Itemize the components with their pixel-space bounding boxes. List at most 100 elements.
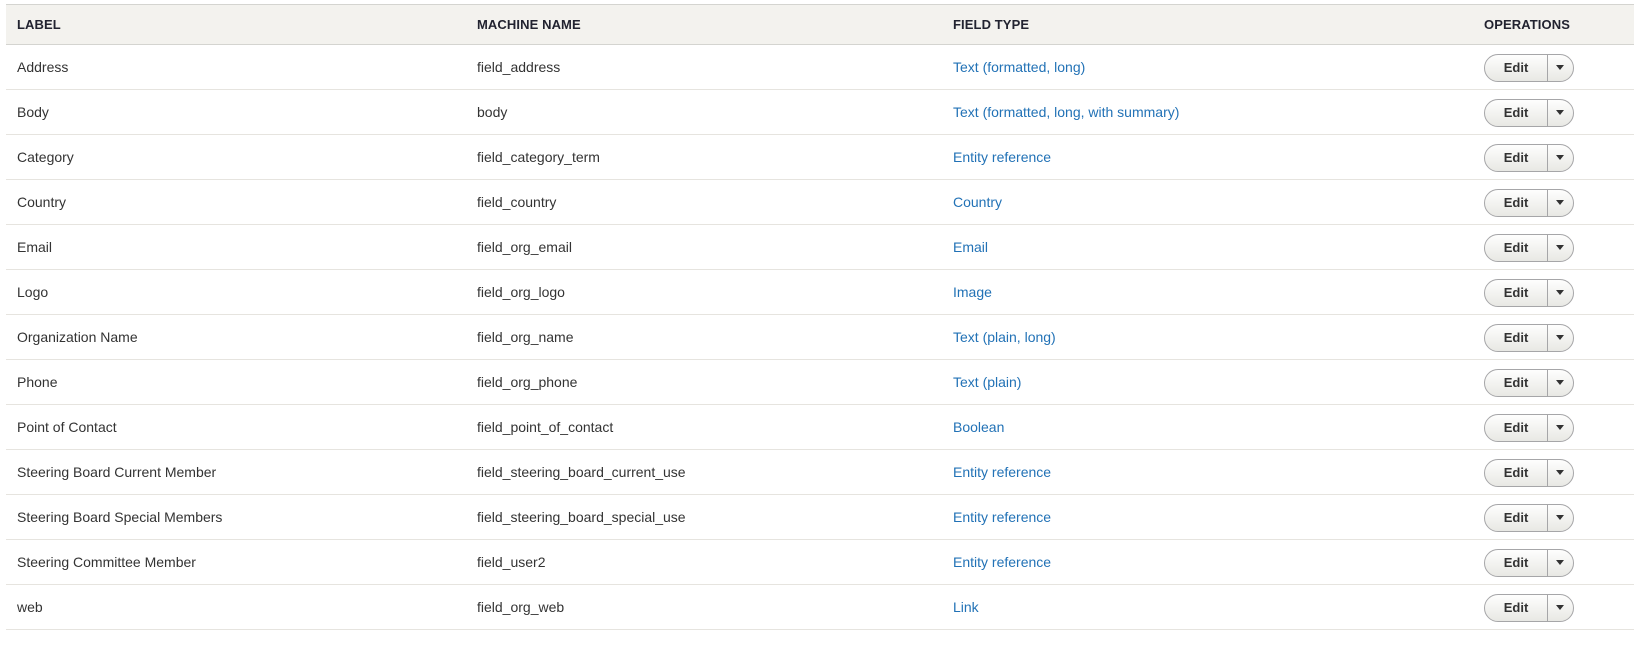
field-type-link[interactable]: Country [953, 194, 1002, 210]
edit-button[interactable]: Edit [1485, 189, 1548, 216]
field-type-cell: Text (formatted, long, with summary) [942, 90, 1473, 135]
field-label: Steering Board Special Members [17, 509, 223, 525]
operations-toggle-button[interactable] [1548, 55, 1573, 81]
field-machine-name: field_user2 [477, 554, 546, 570]
column-header-operations: OPERATIONS [1484, 17, 1570, 32]
chevron-down-icon [1555, 65, 1564, 70]
operations-dropbutton: Edit [1484, 593, 1574, 622]
operations-toggle-button[interactable] [1548, 145, 1573, 171]
edit-button[interactable]: Edit [1485, 549, 1548, 576]
field-label: Category [17, 149, 74, 165]
edit-button[interactable]: Edit [1485, 504, 1548, 531]
operations-toggle-button[interactable] [1548, 325, 1573, 351]
field-label: Address [17, 59, 69, 75]
table-row: Steering Board Special Members field_stee… [6, 495, 1634, 540]
field-type-cell: Country [942, 180, 1473, 225]
operations-toggle-button[interactable] [1548, 190, 1573, 216]
field-type-link[interactable]: Image [953, 284, 992, 300]
field-type-link[interactable]: Email [953, 239, 988, 255]
field-type-link[interactable]: Entity reference [953, 149, 1051, 165]
chevron-down-icon [1555, 200, 1564, 205]
edit-button[interactable]: Edit [1485, 459, 1548, 486]
field-type-link[interactable]: Entity reference [953, 464, 1051, 480]
field-type-cell: Entity reference [942, 135, 1473, 180]
edit-button[interactable]: Edit [1485, 594, 1548, 621]
field-type-link[interactable]: Boolean [953, 419, 1004, 435]
edit-button[interactable]: Edit [1485, 144, 1548, 171]
operations-toggle-button[interactable] [1548, 235, 1573, 261]
operations-toggle-button[interactable] [1548, 370, 1573, 396]
column-header-label: LABEL [17, 17, 61, 32]
field-machine-name: field_org_logo [477, 284, 565, 300]
fields-table: LABEL MACHINE NAME FIELD TYPE OPERATIONS… [6, 4, 1634, 630]
chevron-down-icon [1555, 425, 1564, 430]
field-type-cell: Entity reference [942, 540, 1473, 585]
field-label: Logo [17, 284, 49, 300]
chevron-down-icon [1555, 380, 1564, 385]
edit-button[interactable]: Edit [1485, 414, 1548, 441]
field-type-link[interactable]: Link [953, 599, 979, 615]
field-label: Body [17, 104, 49, 120]
edit-button[interactable]: Edit [1485, 324, 1548, 351]
field-machine-name: field_category_term [477, 149, 600, 165]
chevron-down-icon [1555, 515, 1564, 520]
operations-toggle-button[interactable] [1548, 595, 1573, 621]
operations-toggle-button[interactable] [1548, 505, 1573, 531]
table-row: Address field_address Text (formatted, lon… [6, 45, 1634, 90]
column-header-field-type: FIELD TYPE [953, 17, 1030, 32]
operations-dropbutton: Edit [1484, 548, 1574, 577]
field-machine-name: field_org_email [477, 239, 572, 255]
field-label: Phone [17, 374, 58, 390]
operations-cell: Edit [1473, 495, 1634, 540]
operations-toggle-button[interactable] [1548, 280, 1573, 306]
operations-cell: Edit [1473, 225, 1634, 270]
field-type-link[interactable]: Entity reference [953, 509, 1051, 525]
operations-toggle-button[interactable] [1548, 460, 1573, 486]
edit-button[interactable]: Edit [1485, 54, 1548, 81]
edit-button[interactable]: Edit [1485, 99, 1548, 126]
header-row: LABEL MACHINE NAME FIELD TYPE OPERATIONS [6, 4, 1634, 45]
fields-table-container: LABEL MACHINE NAME FIELD TYPE OPERATIONS… [6, 4, 1634, 630]
field-type-link[interactable]: Text (plain) [953, 374, 1021, 390]
field-type-cell: Link [942, 585, 1473, 630]
field-machine-name: body [477, 104, 508, 120]
table-row: Category field_category_term Entity refere… [6, 135, 1634, 180]
operations-dropbutton: Edit [1484, 188, 1574, 217]
operations-toggle-button[interactable] [1548, 100, 1573, 126]
operations-cell: Edit [1473, 270, 1634, 315]
field-machine-name: field_steering_board_special_use [477, 509, 686, 525]
field-type-link[interactable]: Entity reference [953, 554, 1051, 570]
edit-button[interactable]: Edit [1485, 234, 1548, 261]
operations-cell: Edit [1473, 360, 1634, 405]
field-label: Email [17, 239, 53, 255]
table-row: Organization Name field_org_name Text (pla… [6, 315, 1634, 360]
field-label: Organization Name [17, 329, 138, 345]
operations-toggle-button[interactable] [1548, 415, 1573, 441]
chevron-down-icon [1555, 605, 1564, 610]
operations-toggle-button[interactable] [1548, 550, 1573, 576]
field-type-link[interactable]: Text (plain, long) [953, 329, 1056, 345]
field-machine-name: field_address [477, 59, 561, 75]
field-machine-name: field_org_web [477, 599, 565, 615]
chevron-down-icon [1555, 110, 1564, 115]
operations-dropbutton: Edit [1484, 98, 1574, 127]
table-row: Steering Committee Member field_user2 Enti… [6, 540, 1634, 585]
field-type-link[interactable]: Text (formatted, long) [953, 59, 1085, 75]
field-type-cell: Image [942, 270, 1473, 315]
operations-dropbutton: Edit [1484, 503, 1574, 532]
operations-dropbutton: Edit [1484, 143, 1574, 172]
operations-cell: Edit [1473, 315, 1634, 360]
field-label: Country [17, 194, 67, 210]
edit-button[interactable]: Edit [1485, 279, 1548, 306]
operations-cell: Edit [1473, 450, 1634, 495]
table-row: web field_org_web Link Edit [6, 585, 1634, 630]
field-label: Steering Board Current Member [17, 464, 217, 480]
field-type-cell: Boolean [942, 405, 1473, 450]
operations-dropbutton: Edit [1484, 233, 1574, 262]
edit-button[interactable]: Edit [1485, 369, 1548, 396]
field-machine-name: field_steering_board_current_use [477, 464, 686, 480]
operations-cell: Edit [1473, 585, 1634, 630]
field-type-link[interactable]: Text (formatted, long, with summary) [953, 104, 1179, 120]
chevron-down-icon [1555, 245, 1564, 250]
operations-dropbutton: Edit [1484, 53, 1574, 82]
